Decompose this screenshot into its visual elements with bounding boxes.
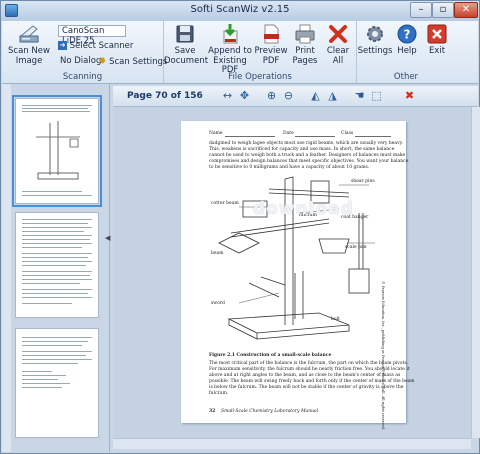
- para-line: This, weakens is sacrificed for capacity…: [209, 147, 395, 152]
- exit-button[interactable]: Exit: [423, 23, 451, 57]
- page-thumbnail[interactable]: [12, 95, 102, 207]
- scanner-name-field[interactable]: CanoScan LiDE 25: [58, 25, 126, 46]
- window-title: Softi ScanWiz v2.15: [190, 4, 290, 15]
- hand-pan-icon[interactable]: ☚: [353, 89, 366, 102]
- figure-label: beam: [211, 251, 224, 256]
- fit-page-icon[interactable]: ✥: [238, 89, 251, 102]
- para-line: to be sensitive to 0 milligrams and have…: [209, 165, 370, 170]
- page-indicator: Page 70 of 156: [127, 91, 203, 101]
- scanning-group-label: Scanning: [62, 72, 103, 82]
- figure-caption: Figure 2.1 Construction of a small-scale…: [209, 353, 332, 358]
- fit-width-icon[interactable]: ↔: [221, 89, 234, 102]
- watermark: download: [253, 199, 354, 219]
- rotate-left-icon[interactable]: ◭: [309, 89, 322, 102]
- print-pages-label: Print Pages: [292, 46, 318, 66]
- ribbon: Scan New Image CanoScan LiDE 25 ➜ Select…: [2, 21, 478, 84]
- thumbnail-figure: [36, 121, 80, 180]
- file-operations-group-label: File Operations: [228, 72, 292, 82]
- scanning-group: Scan New Image CanoScan LiDE 25 ➜ Select…: [2, 21, 167, 83]
- other-group-label: Other: [393, 72, 419, 82]
- body-line: is below the fulcrum. The beam will not …: [209, 385, 404, 390]
- body-line: above and at right angles to the beam, a…: [209, 373, 401, 378]
- rotate-right-icon[interactable]: ◮: [326, 89, 339, 102]
- thumbnail-scrollbar[interactable]: [2, 84, 11, 452]
- close-button[interactable]: ✕: [454, 2, 478, 18]
- viewer-horizontal-scrollbar[interactable]: [113, 438, 471, 449]
- clear-x-icon: [329, 25, 347, 43]
- select-scanner-icon: ➜: [58, 41, 67, 50]
- exit-icon: [427, 24, 447, 44]
- settings-button[interactable]: Settings: [357, 23, 393, 57]
- pane-splitter-arrow[interactable]: ◀: [105, 234, 111, 244]
- scan-settings-button[interactable]: ✹ Scan Settings: [98, 56, 167, 67]
- body-line: fulcrum.: [209, 391, 229, 396]
- clear-all-button[interactable]: Clear All: [322, 23, 354, 66]
- svg-text:?: ?: [404, 28, 411, 42]
- zoom-out-icon[interactable]: ⊖: [282, 89, 295, 102]
- help-button[interactable]: ? Help: [393, 23, 421, 57]
- help-icon: ?: [397, 24, 417, 44]
- save-document-label: Save Document: [164, 46, 209, 66]
- viewer-toolbar: Page 70 of 156 ↔ ✥ ⊕ ⊖ ◭ ◮ ☚ ⬚ ✖: [113, 86, 478, 107]
- help-label: Help: [397, 46, 417, 56]
- maximize-button[interactable]: ▫: [432, 2, 454, 18]
- figure-label: scale pan: [345, 245, 367, 250]
- save-document-button[interactable]: Save Document: [164, 23, 209, 66]
- header-name: Name: [209, 131, 223, 136]
- figure-label: cotter beam: [211, 201, 239, 206]
- select-scanner-label: Select Scanner: [69, 41, 134, 51]
- scanner-icon: [19, 25, 39, 43]
- thumbnail-pane: [2, 84, 110, 452]
- append-pdf-label: Append to Existing PDF: [208, 46, 252, 75]
- body-line: The most critical part of the balance is…: [209, 361, 409, 366]
- preview-pdf-button[interactable]: Preview PDF: [254, 23, 288, 66]
- app-window: Softi ScanWiz v2.15 – ▫ ✕ Scan New Image…: [0, 0, 480, 454]
- scan-new-image-label: Scan New Image: [8, 46, 50, 66]
- side-copyright: © Pearson Education, Inc., publishing as…: [381, 281, 385, 430]
- zoom-in-icon[interactable]: ⊕: [265, 89, 278, 102]
- file-operations-group: Save Document Append to Existing PDF Pre…: [164, 21, 357, 83]
- title-bar[interactable]: Softi ScanWiz v2.15 – ▫ ✕: [1, 1, 479, 21]
- gear-icon: [367, 26, 383, 42]
- gear-icon: ✹: [98, 56, 107, 67]
- scan-new-image-button[interactable]: Scan New Image: [6, 23, 52, 66]
- page-thumbnail[interactable]: [15, 328, 99, 438]
- footer-page-number: 32: [209, 409, 216, 414]
- body-line: For maximum sensitivity, the fulcrum sho…: [209, 367, 410, 372]
- floppy-disk-icon: [176, 25, 194, 43]
- footer-title: Small-Scale Chemistry Laboratory Manual: [221, 409, 319, 414]
- clear-all-label: Clear All: [326, 46, 350, 66]
- no-dialog-toggle[interactable]: No Dialog: [60, 56, 101, 66]
- other-group: Settings ? Help Exit Other: [357, 21, 455, 83]
- figure-label: shear pins: [351, 179, 375, 184]
- printer-icon: [295, 24, 315, 44]
- select-scanner-button[interactable]: ➜ Select Scanner: [58, 41, 133, 51]
- settings-label: Settings: [357, 46, 393, 56]
- preview-pdf-label: Preview PDF: [254, 46, 288, 66]
- delete-page-icon[interactable]: ✖: [403, 89, 416, 102]
- scan-settings-label: Scan Settings: [109, 57, 168, 67]
- exit-label: Exit: [428, 46, 446, 56]
- para-line: dadgined to weigh lagee objects most use…: [209, 141, 404, 146]
- append-pdf-button[interactable]: Append to Existing PDF: [206, 23, 254, 76]
- append-pdf-icon: [223, 24, 238, 44]
- para-line: compromises and design balances that mee…: [209, 159, 409, 164]
- figure-label: bolt: [331, 317, 340, 322]
- pdf-file-icon: [264, 24, 279, 44]
- crop-select-icon[interactable]: ⬚: [370, 89, 383, 102]
- viewer-vertical-scrollbar[interactable]: [471, 107, 480, 438]
- header-class: Class: [341, 131, 354, 136]
- page-thumbnail[interactable]: [15, 212, 99, 318]
- header-date: Date: [283, 131, 294, 136]
- figure-label: sword: [211, 301, 225, 306]
- document-page: Name Date Class dadgined to weigh lagee …: [181, 121, 415, 430]
- page-viewer[interactable]: Name Date Class dadgined to weigh lagee …: [113, 107, 471, 438]
- print-pages-button[interactable]: Print Pages: [288, 23, 322, 66]
- minimize-button[interactable]: –: [410, 2, 432, 18]
- para-line: cannot be used to weigh both a truck and…: [209, 153, 406, 158]
